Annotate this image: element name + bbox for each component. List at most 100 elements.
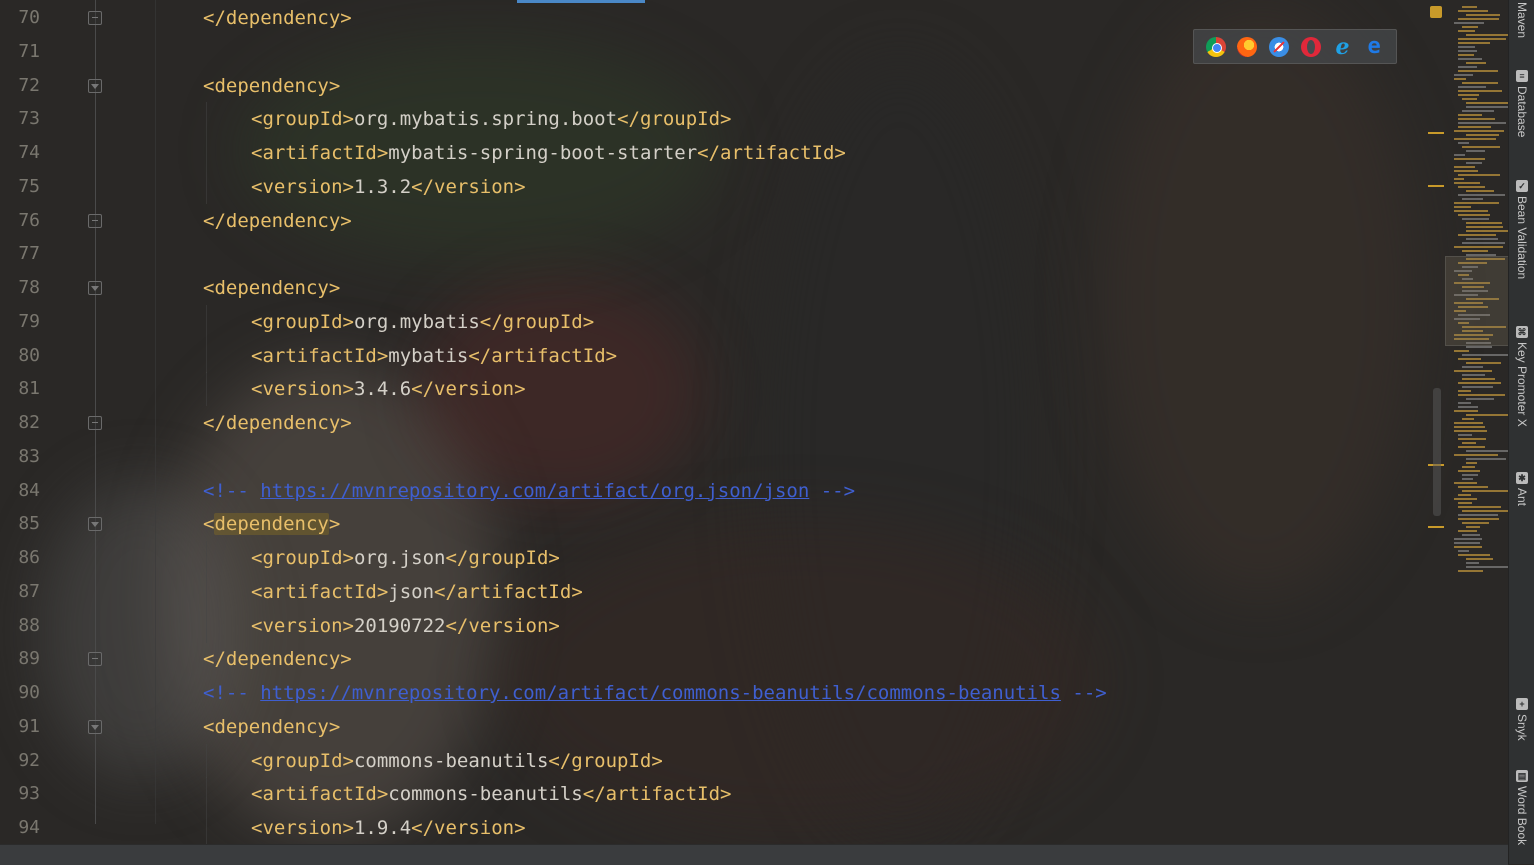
tool-window-snyk[interactable]: + Snyk — [1509, 698, 1534, 741]
code-line[interactable]: 86 <groupId>org.json</groupId> — [0, 541, 1428, 575]
tool-window-bean-validation[interactable]: ✓ Bean Validation — [1509, 180, 1534, 279]
internet-explorer-icon[interactable]: e — [1332, 36, 1352, 58]
edge-icon[interactable]: e — [1364, 35, 1384, 57]
line-number[interactable]: 90 — [0, 676, 40, 710]
tool-window-database[interactable]: ≡ Database — [1509, 70, 1534, 137]
code-line[interactable]: 75 <version>1.3.2</version> — [0, 169, 1428, 204]
line-number[interactable]: 82 — [0, 406, 40, 440]
code-text[interactable]: <dependency> — [203, 271, 340, 305]
code-line[interactable]: 72 <dependency> — [0, 69, 1428, 103]
comment-link[interactable]: https://mvnrepository.com/artifact/org.j… — [260, 480, 809, 502]
horizontal-scrollbar-area[interactable] — [0, 844, 1508, 865]
code-line[interactable]: 84 <!-- https://mvnrepository.com/artifac… — [0, 474, 1428, 508]
line-number[interactable]: 73 — [0, 102, 40, 136]
vertical-scrollbar-thumb[interactable] — [1433, 388, 1441, 516]
code-line[interactable]: 91 <dependency> — [0, 710, 1428, 744]
code-text[interactable]: <!-- https://mvnrepository.com/artifact/… — [203, 474, 855, 508]
code-line[interactable]: 93 <artifactId>commons-beanutils</artifac… — [0, 777, 1428, 812]
code-text[interactable]: <version>1.9.4</version> — [251, 811, 526, 844]
fold-end-icon[interactable] — [88, 11, 102, 25]
code-line[interactable]: 94 <version>1.9.4</version> — [0, 811, 1428, 844]
fold-collapse-icon[interactable] — [88, 78, 102, 93]
fold-end-icon[interactable] — [88, 652, 102, 667]
code-text[interactable]: <version>20190722</version> — [251, 609, 560, 643]
line-number[interactable]: 94 — [0, 811, 40, 844]
code-text[interactable]: <groupId>org.mybatis.spring.boot</groupI… — [251, 102, 731, 136]
code-line[interactable]: 90 <!-- https://mvnrepository.com/artifac… — [0, 676, 1428, 710]
code-text[interactable]: <!-- https://mvnrepository.com/artifact/… — [203, 676, 1107, 710]
line-number[interactable]: 78 — [0, 271, 40, 305]
code-text[interactable]: <artifactId>mybatis</artifactId> — [251, 339, 617, 373]
code-line[interactable]: 78 <dependency> — [0, 271, 1428, 305]
tool-window-maven[interactable]: Maven — [1509, 2, 1534, 38]
code-line[interactable]: 83 — [0, 440, 1428, 474]
line-number[interactable]: 93 — [0, 777, 40, 811]
code-line[interactable]: 80 <artifactId>mybatis</artifactId> — [0, 338, 1428, 373]
warning-marker[interactable] — [1428, 132, 1444, 134]
code-line[interactable]: 85 <dependency> — [0, 507, 1428, 541]
line-number[interactable]: 70 — [0, 1, 40, 35]
code-line[interactable]: 77 — [0, 237, 1428, 271]
firefox-icon[interactable] — [1237, 36, 1258, 57]
warning-marker[interactable] — [1428, 185, 1444, 187]
code-line[interactable]: 81 <version>3.4.6</version> — [0, 372, 1428, 407]
line-number[interactable]: 81 — [0, 372, 40, 406]
code-line[interactable]: 89 </dependency> — [0, 642, 1428, 676]
line-number[interactable]: 85 — [0, 507, 40, 541]
code-text[interactable]: <version>3.4.6</version> — [251, 372, 526, 406]
code-text[interactable]: </dependency> — [203, 642, 352, 676]
line-number[interactable]: 72 — [0, 69, 40, 103]
code-text[interactable]: <version>1.3.2</version> — [251, 170, 526, 204]
comment-link[interactable]: https://mvnrepository.com/artifact/commo… — [260, 682, 1061, 704]
code-text[interactable]: <groupId>commons-beanutils</groupId> — [251, 744, 663, 778]
code-text[interactable]: </dependency> — [203, 1, 352, 35]
opera-icon[interactable] — [1300, 36, 1321, 57]
error-stripe[interactable] — [1428, 0, 1446, 844]
line-number[interactable]: 71 — [0, 35, 40, 69]
code-text[interactable]: <groupId>org.json</groupId> — [251, 541, 560, 575]
fold-collapse-icon[interactable] — [88, 719, 102, 734]
line-number[interactable]: 80 — [0, 339, 40, 373]
fold-collapse-icon[interactable] — [88, 517, 102, 532]
line-number[interactable]: 86 — [0, 541, 40, 575]
code-text[interactable]: <dependency> — [203, 507, 340, 541]
line-number[interactable]: 77 — [0, 237, 40, 271]
chrome-icon[interactable] — [1205, 36, 1226, 57]
code-line[interactable]: 88 <version>20190722</version> — [0, 608, 1428, 643]
line-number[interactable]: 88 — [0, 609, 40, 643]
code-editor[interactable]: 70 </dependency> 71 72 <dependency> 73 <groupI… — [0, 0, 1428, 844]
code-line[interactable]: 87 <artifactId>json</artifactId> — [0, 574, 1428, 609]
line-number[interactable]: 92 — [0, 744, 40, 778]
code-line[interactable]: 74 <artifactId>mybatis-spring-boot-starte… — [0, 136, 1428, 170]
code-text[interactable]: <dependency> — [203, 710, 340, 744]
inspection-status-icon[interactable] — [1430, 6, 1442, 18]
warning-marker[interactable] — [1428, 526, 1444, 528]
line-number[interactable]: 91 — [0, 710, 40, 744]
code-text[interactable]: <groupId>org.mybatis</groupId> — [251, 305, 594, 339]
fold-end-icon[interactable] — [88, 416, 102, 430]
safari-icon[interactable] — [1269, 36, 1290, 57]
fold-collapse-icon[interactable] — [88, 281, 102, 295]
code-line[interactable]: 79 <groupId>org.mybatis</groupId> — [0, 304, 1428, 339]
code-text[interactable]: <artifactId>json</artifactId> — [251, 575, 583, 609]
code-line[interactable]: 82 </dependency> — [0, 406, 1428, 440]
line-number[interactable]: 74 — [0, 136, 40, 170]
tool-window-ant[interactable]: ✱ Ant — [1509, 472, 1534, 506]
code-line[interactable]: 76 </dependency> — [0, 204, 1428, 238]
line-number[interactable]: 76 — [0, 204, 40, 238]
code-text[interactable]: <dependency> — [203, 69, 340, 103]
line-number[interactable]: 83 — [0, 440, 40, 474]
code-text[interactable]: <artifactId>commons-beanutils</artifactI… — [251, 777, 731, 811]
tool-window-word-book[interactable]: ▤ Word Book — [1509, 770, 1534, 845]
line-number[interactable]: 84 — [0, 474, 40, 508]
code-line[interactable]: 73 <groupId>org.mybatis.spring.boot</grou… — [0, 102, 1428, 137]
fold-end-icon[interactable] — [88, 213, 102, 228]
code-text[interactable]: </dependency> — [203, 406, 352, 440]
line-number[interactable]: 87 — [0, 575, 40, 609]
tool-window-key-promoter[interactable]: ⌘ Key Promoter X — [1509, 326, 1534, 427]
line-number[interactable]: 89 — [0, 642, 40, 676]
line-number[interactable]: 75 — [0, 170, 40, 204]
code-text[interactable]: </dependency> — [203, 204, 352, 238]
minimap-viewport[interactable] — [1445, 256, 1510, 346]
line-number[interactable]: 79 — [0, 305, 40, 339]
